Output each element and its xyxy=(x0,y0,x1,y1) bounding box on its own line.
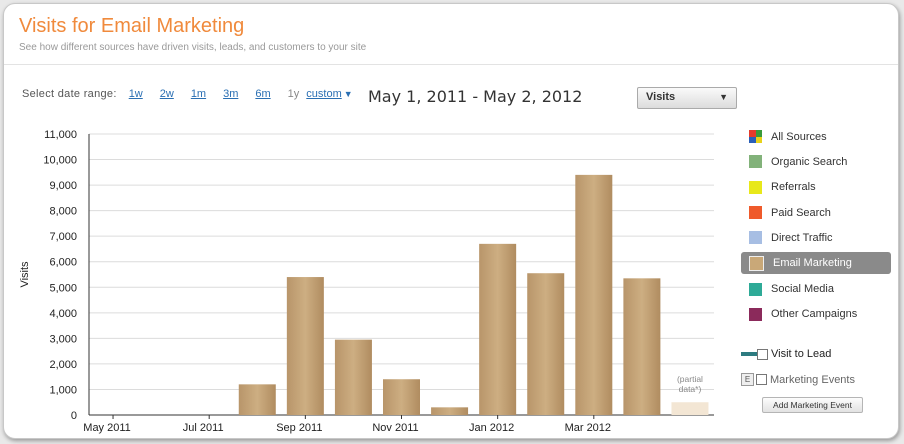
legend-item-social-media[interactable]: Social Media xyxy=(741,276,891,301)
x-tick-label: Nov 2011 xyxy=(372,422,418,434)
bar xyxy=(431,407,469,415)
legend-label: All Sources xyxy=(771,130,827,143)
legend-swatch xyxy=(749,130,762,144)
legend-item-direct-traffic[interactable]: Direct Traffic xyxy=(741,225,891,250)
metric-select-value: Visits xyxy=(646,91,676,103)
range-1w-link[interactable]: 1w xyxy=(129,88,143,100)
legend-item-organic-search[interactable]: Organic Search xyxy=(741,149,891,174)
y-tick-label: 6,000 xyxy=(49,257,77,269)
bar xyxy=(286,277,324,415)
y-tick-label: 0 xyxy=(71,410,77,422)
chevron-down-icon: ▼ xyxy=(719,92,728,102)
legend-swatch xyxy=(749,307,762,321)
marketing-event-icon: E xyxy=(741,373,754,386)
y-tick-label: 5,000 xyxy=(49,282,77,294)
visits-bar-chart: 0 1,000 2,000 3,000 4,000 5,000 6,000 7,000 8,00… xyxy=(19,129,714,434)
y-tick-label: 2,000 xyxy=(49,359,77,371)
date-range-label: Select date range: xyxy=(22,88,117,100)
partial-data-label: (partial xyxy=(677,374,703,384)
report-card: Visits for Email Marketing See how diffe… xyxy=(3,3,899,439)
legend-swatch xyxy=(749,155,762,169)
legend-swatch xyxy=(749,231,762,245)
bar xyxy=(527,273,565,415)
visit-to-lead-label: Visit to Lead xyxy=(771,348,832,360)
legend-label: Email Marketing xyxy=(773,257,852,270)
y-tick-label: 10,000 xyxy=(43,155,77,167)
legend-item-email-marketing[interactable]: Email Marketing xyxy=(741,252,891,275)
visit-to-lead-checkbox[interactable] xyxy=(757,348,768,360)
range-custom-link[interactable]: custom xyxy=(306,88,341,100)
bar xyxy=(623,278,661,415)
range-1m-link[interactable]: 1m xyxy=(191,88,206,100)
legend-label: Referrals xyxy=(771,181,816,194)
add-marketing-event-button[interactable]: Add Marketing Event xyxy=(762,397,863,413)
metric-select[interactable]: Visits ▼ xyxy=(637,87,737,109)
y-tick-label: 4,000 xyxy=(49,308,77,320)
y-tick-label: 8,000 xyxy=(49,206,77,218)
marketing-events-toggle[interactable]: E Marketing Events xyxy=(741,373,855,386)
y-tick-label: 11,000 xyxy=(44,129,77,141)
y-tick-label: 9,000 xyxy=(49,180,77,192)
range-3m-link[interactable]: 3m xyxy=(223,88,238,100)
range-2w-link[interactable]: 2w xyxy=(160,88,174,100)
divider xyxy=(4,64,898,65)
legend-item-paid-search[interactable]: Paid Search xyxy=(741,200,891,225)
date-range-display: May 1, 2011 - May 2, 2012 xyxy=(368,87,583,106)
date-range-selector: Select date range: 1w 2w 1m 3m 6m 1y cus… xyxy=(22,88,353,100)
x-tick-label: Jul 2011 xyxy=(183,422,224,434)
range-1y-current: 1y xyxy=(287,88,300,100)
partial-data-label: data*) xyxy=(679,384,702,394)
legend-label: Direct Traffic xyxy=(771,231,833,244)
x-tick-label: Mar 2012 xyxy=(565,422,611,434)
visit-to-lead-toggle[interactable]: Visit to Lead xyxy=(741,348,831,360)
y-tick-label: 3,000 xyxy=(49,333,77,345)
marketing-events-checkbox[interactable] xyxy=(756,374,767,385)
legend-item-all-sources[interactable]: All Sources xyxy=(741,124,891,149)
range-6m-link[interactable]: 6m xyxy=(255,88,270,100)
page-subtitle: See how different sources have driven vi… xyxy=(19,42,367,53)
bar xyxy=(238,384,276,415)
legend-swatch xyxy=(749,180,762,194)
legend-swatch xyxy=(749,206,762,220)
y-axis-label: Visits xyxy=(19,261,31,288)
bar xyxy=(575,174,613,415)
x-tick-label: May 2011 xyxy=(83,422,131,434)
legend-item-referrals[interactable]: Referrals xyxy=(741,175,891,200)
marketing-events-label: Marketing Events xyxy=(770,373,855,386)
bar xyxy=(479,243,517,415)
y-tick-label: 1,000 xyxy=(49,384,77,396)
legend-label: Social Media xyxy=(771,283,834,296)
x-tick-label: Sep 2011 xyxy=(276,422,322,434)
bar xyxy=(334,339,372,415)
legend-label: Other Campaigns xyxy=(771,308,858,321)
legend-swatch xyxy=(749,255,764,271)
x-tick-label: Jan 2012 xyxy=(469,422,514,434)
legend-label: Organic Search xyxy=(771,155,848,168)
bar xyxy=(383,379,420,415)
legend-label: Paid Search xyxy=(771,206,831,219)
source-legend: All Sources Organic Search Referrals Paid S… xyxy=(741,124,891,327)
y-tick-label: 7,000 xyxy=(49,231,77,243)
legend-item-other-campaigns[interactable]: Other Campaigns xyxy=(741,302,891,327)
partial-bar xyxy=(671,402,709,415)
legend-swatch xyxy=(749,282,762,296)
page-title: Visits for Email Marketing xyxy=(19,15,245,37)
visit-to-lead-line-icon xyxy=(741,352,757,356)
caret-down-icon[interactable]: ▼ xyxy=(344,89,353,99)
